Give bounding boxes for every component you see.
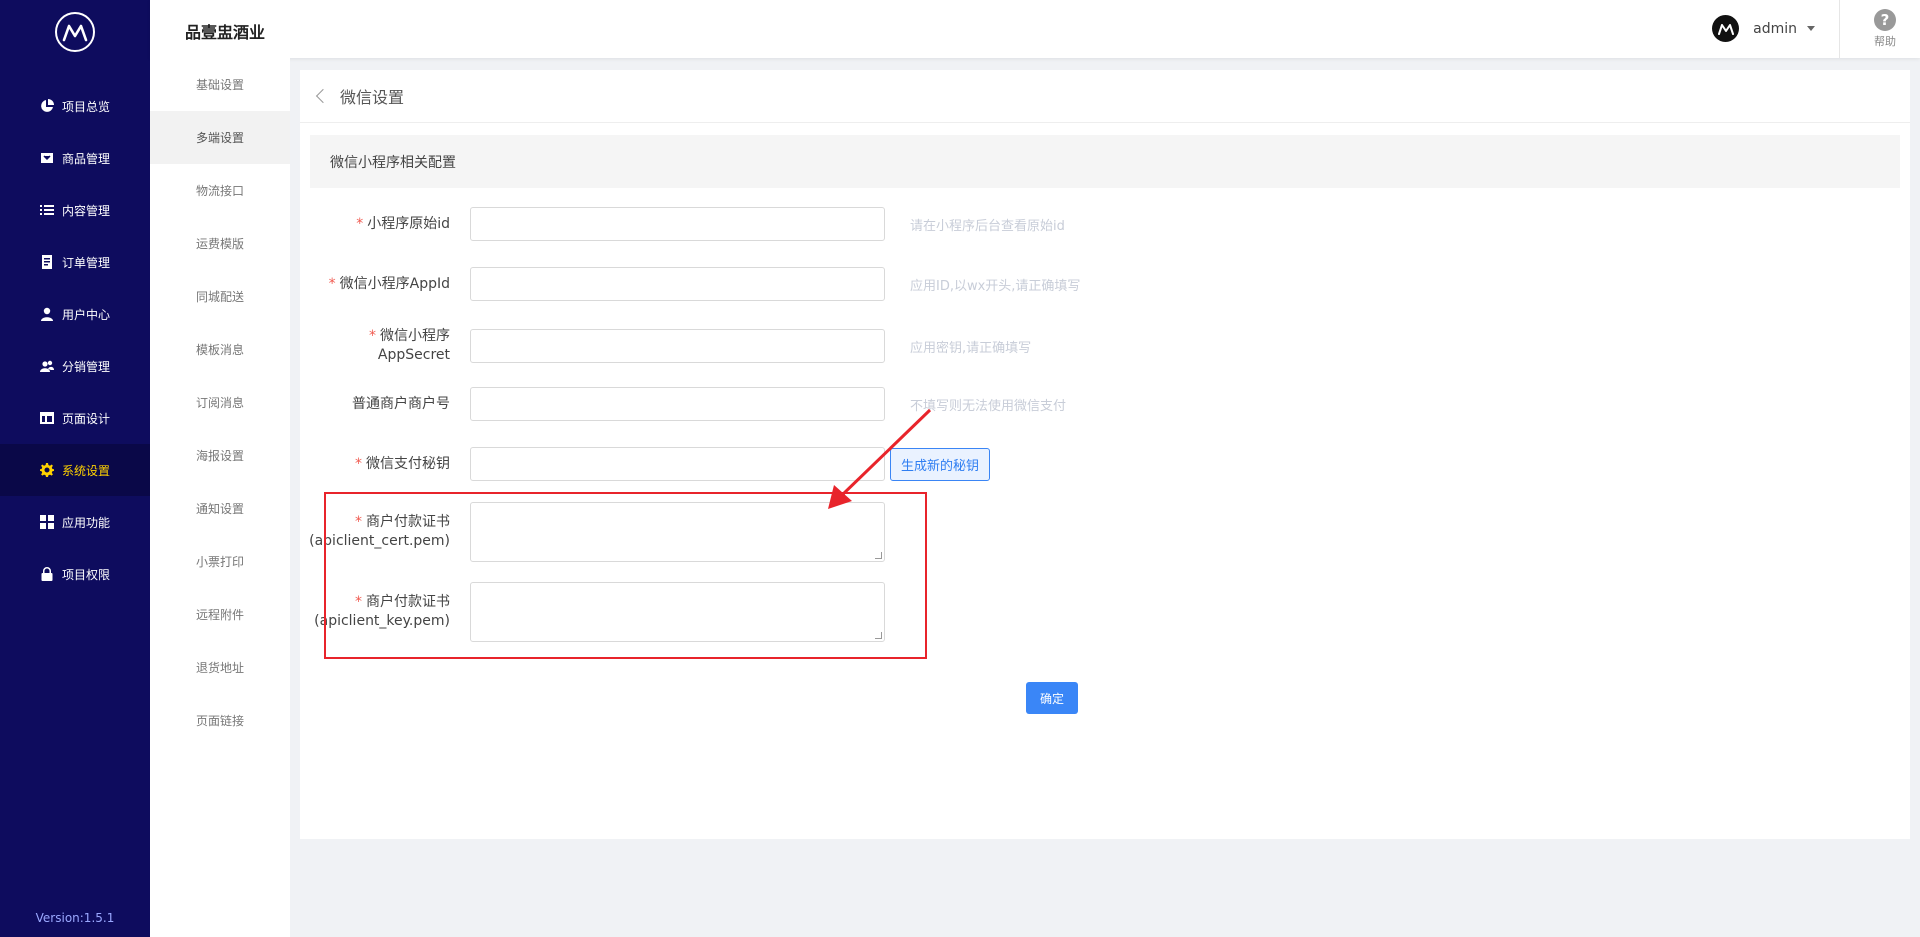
brand-title: 品壹盅酒业 — [185, 23, 266, 42]
user-name: admin — [1753, 20, 1797, 37]
grid-icon — [40, 515, 54, 529]
required-mark: * — [369, 328, 376, 344]
subnav-item-poster[interactable]: 海报设置 — [150, 429, 290, 482]
help-button[interactable]: ? 帮助 — [1865, 9, 1905, 49]
nav-item-content[interactable]: 内容管理 — [0, 184, 150, 236]
nav-label: 项目权限 — [62, 567, 111, 582]
nav-label: 订单管理 — [62, 255, 111, 270]
field-hint: 应用密钥,请正确填写 — [910, 340, 1032, 356]
logo-m-icon — [62, 24, 88, 42]
original-id-input[interactable] — [470, 207, 885, 241]
field-label: * 微信小程序AppId — [300, 275, 470, 294]
label-text: 微信小程序AppId — [339, 275, 450, 292]
nav-label: 用户中心 — [62, 307, 111, 322]
field-label: * 微信小程序AppSecret — [300, 327, 470, 365]
nav-label: 应用功能 — [62, 515, 111, 530]
avatar — [1712, 15, 1740, 42]
nav-label: 系统设置 — [62, 463, 111, 478]
header-divider — [1839, 0, 1840, 58]
main-sidebar: 项目总览 商品管理 内容管理 订单管理 用户中心 分销管理 页面设计 系统设置 — [0, 0, 150, 937]
nav-label: 项目总览 — [62, 99, 111, 114]
label-text: 微信小程序AppSecret — [377, 328, 450, 363]
label-text: 小程序原始id — [367, 215, 450, 232]
subnav-item-logistics[interactable]: 物流接口 — [150, 164, 290, 217]
subnav-item-multiend[interactable]: 多端设置 — [150, 111, 290, 164]
field-label: * 小程序原始id — [300, 215, 470, 234]
field-original-id: * 小程序原始id 请在小程序后台查看原始id — [300, 207, 1065, 241]
nav-item-orders[interactable]: 订单管理 — [0, 236, 150, 288]
nav-label: 内容管理 — [62, 203, 111, 218]
confirm-button[interactable]: 确定 — [1026, 682, 1078, 714]
list-icon — [40, 203, 54, 217]
annotation-arrow-icon — [828, 408, 932, 509]
back-chevron-icon[interactable] — [315, 88, 331, 104]
pie-chart-icon — [40, 99, 54, 113]
label-text: 微信支付秘钥 — [366, 455, 450, 472]
top-header: 品壹盅酒业 admin ? 帮助 — [150, 0, 1920, 58]
users-icon — [40, 359, 54, 373]
user-icon — [40, 307, 54, 321]
nav-item-users[interactable]: 用户中心 — [0, 288, 150, 340]
field-label: 普通商户商户号 — [352, 395, 450, 412]
subnav-item-remote-attachment[interactable]: 远程附件 — [150, 588, 290, 641]
app-logo[interactable] — [55, 12, 95, 52]
field-hint: 应用ID,以wx开头,请正确填写 — [910, 278, 1081, 294]
required-mark: * — [356, 215, 364, 232]
nav-item-overview[interactable]: 项目总览 — [0, 80, 150, 132]
user-menu[interactable]: admin — [1712, 15, 1815, 42]
layout-icon — [40, 411, 54, 425]
lock-icon — [40, 567, 54, 581]
field-merchant-no: 普通商户商户号 不填写则无法使用微信支付 — [300, 387, 1066, 421]
subnav-item-page-links[interactable]: 页面链接 — [150, 694, 290, 747]
subnav-item-template-message[interactable]: 模板消息 — [150, 323, 290, 376]
nav-item-system-settings[interactable]: 系统设置 — [0, 444, 150, 496]
avatar-logo-icon — [1717, 23, 1734, 35]
field-appid: * 微信小程序AppId 应用ID,以wx开头,请正确填写 — [300, 267, 1080, 301]
nav-item-page-design[interactable]: 页面设计 — [0, 392, 150, 444]
required-mark: * — [328, 275, 336, 292]
subnav-item-subscription[interactable]: 订阅消息 — [150, 376, 290, 429]
subnav-item-local-delivery[interactable]: 同城配送 — [150, 270, 290, 323]
nav-item-distribution[interactable]: 分销管理 — [0, 340, 150, 392]
subnav-item-notification[interactable]: 通知设置 — [150, 482, 290, 535]
subnav-item-receipt-print[interactable]: 小票打印 — [150, 535, 290, 588]
help-label: 帮助 — [1874, 35, 1896, 48]
required-mark: * — [355, 455, 362, 472]
subnav-item-return-address[interactable]: 退货地址 — [150, 641, 290, 694]
field-hint: 请在小程序后台查看原始id — [910, 218, 1065, 234]
annotation-highlight-box — [324, 492, 927, 659]
settings-card: 微信设置 微信小程序相关配置 * 小程序原始id 请在小程序后台查看原始id * 微… — [300, 70, 1910, 839]
section-header: 微信小程序相关配置 — [310, 135, 1900, 188]
version-label: Version:1.5.1 — [35, 911, 115, 925]
nav-label: 页面设计 — [62, 411, 111, 426]
question-icon: ? — [1874, 9, 1896, 31]
document-icon — [40, 255, 54, 269]
field-appsecret: * 微信小程序AppSecret 应用密钥,请正确填写 — [300, 327, 1031, 365]
appsecret-input[interactable] — [470, 329, 885, 363]
nav-item-goods[interactable]: 商品管理 — [0, 132, 150, 184]
nav-item-permissions[interactable]: 项目权限 — [0, 548, 150, 600]
nav-label: 分销管理 — [62, 359, 111, 374]
field-label: * 微信支付秘钥 — [300, 455, 470, 474]
nav-label: 商品管理 — [62, 151, 111, 166]
main-nav: 项目总览 商品管理 内容管理 订单管理 用户中心 分销管理 页面设计 系统设置 — [0, 80, 150, 600]
settings-subnav: 基础设置 多端设置 物流接口 运费模版 同城配送 模板消息 订阅消息 海报设置 … — [150, 58, 290, 937]
card-header: 微信设置 — [300, 70, 1910, 123]
nav-item-app-functions[interactable]: 应用功能 — [0, 496, 150, 548]
caret-down-icon — [1807, 26, 1815, 31]
tag-icon — [40, 151, 54, 165]
page-title: 微信设置 — [340, 88, 405, 107]
subnav-item-shipping-template[interactable]: 运费模版 — [150, 217, 290, 270]
subnav-item-basic[interactable]: 基础设置 — [150, 58, 290, 111]
appid-input[interactable] — [470, 267, 885, 301]
gear-icon — [40, 463, 54, 477]
